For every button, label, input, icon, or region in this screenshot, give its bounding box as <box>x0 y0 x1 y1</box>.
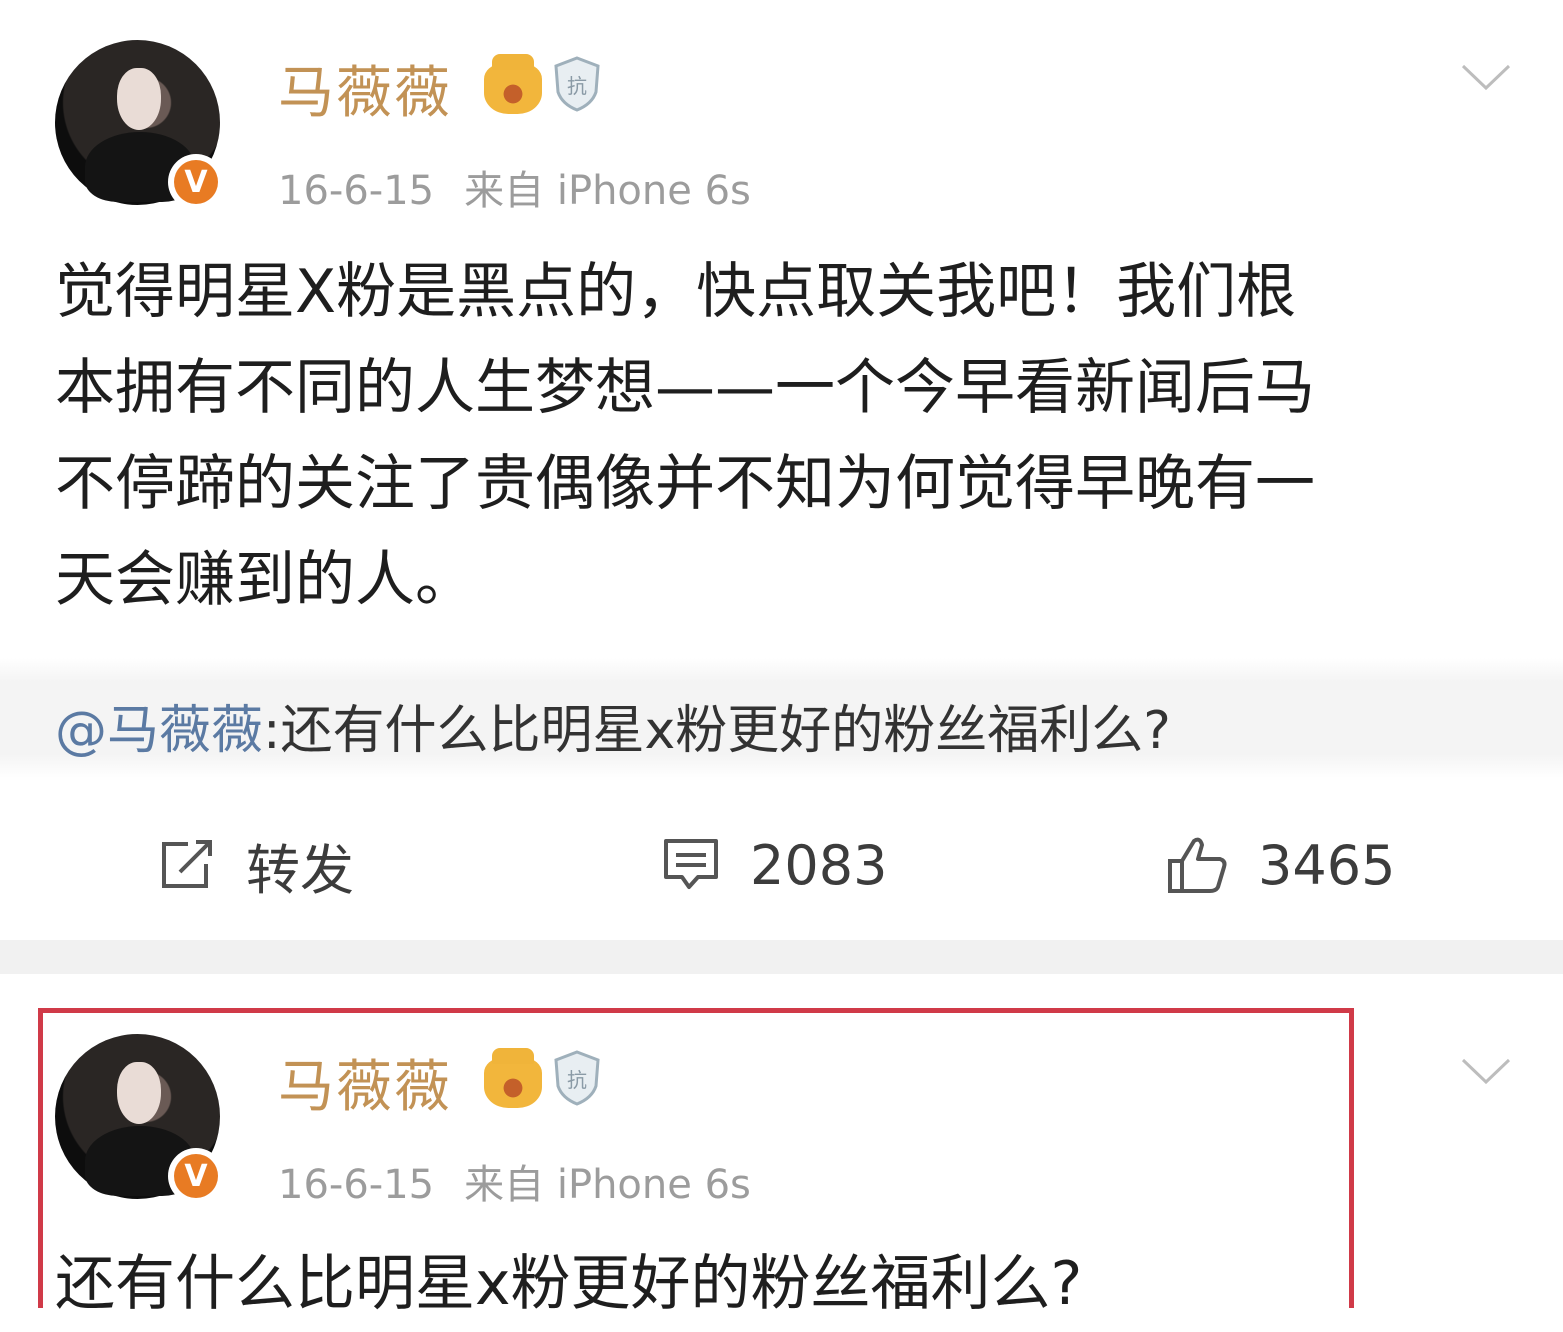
like-icon <box>1168 837 1227 893</box>
post-date: 16-6-15 <box>278 168 435 214</box>
post-divider <box>0 940 1563 974</box>
chevron-down-icon[interactable] <box>1460 62 1512 92</box>
shield-icon: 抗 <box>554 1050 600 1106</box>
comment-icon <box>664 839 718 889</box>
verified-icon: V <box>168 154 224 210</box>
post-source: 来自 iPhone 6s <box>464 1162 751 1208</box>
content-line: 觉得明星X粉是黑点的，快点取关我吧！我们根 <box>55 257 1297 327</box>
content-line: 天会赚到的人。 <box>55 545 475 615</box>
crown-icon <box>484 1048 542 1108</box>
like-count: 3465 <box>1258 833 1396 897</box>
repost-button[interactable]: 转发 <box>158 830 354 902</box>
like-button[interactable]: 3465 <box>1166 830 1395 900</box>
quoted-post[interactable]: @马薇薇:还有什么比明星x粉更好的粉丝福利么? <box>55 688 1171 763</box>
crown-icon <box>484 54 542 114</box>
post-meta: 16-6-15 来自 iPhone 6s <box>278 1152 781 1210</box>
repost-icon <box>162 840 212 888</box>
verified-icon: V <box>168 1148 224 1204</box>
comment-count: 2083 <box>750 833 888 897</box>
username[interactable]: 马薇薇 <box>278 48 452 129</box>
post-content: 觉得明星X粉是黑点的，快点取关我吧！我们根 本拥有不同的人生梦想——一个今早看新… <box>55 244 1495 628</box>
weibo-post: V 马薇薇 抗 16-6-15 来自 iPhone 6s 觉得明星X粉是黑点的，快… <box>0 0 1563 940</box>
chevron-down-icon[interactable] <box>1460 1056 1512 1086</box>
quoted-text: :还有什么比明星x粉更好的粉丝福利么? <box>263 701 1171 761</box>
content-line: 本拥有不同的人生梦想——一个今早看新闻后马 <box>55 353 1315 423</box>
svg-text:抗: 抗 <box>567 1068 587 1092</box>
post-meta: 16-6-15 来自 iPhone 6s <box>278 158 781 216</box>
repost-label: 转发 <box>246 838 354 902</box>
svg-text:抗: 抗 <box>567 74 587 98</box>
comment-button[interactable]: 2083 <box>662 830 887 900</box>
content-line: 不停蹄的关注了贵偶像并不知为何觉得早晚有一 <box>55 449 1315 519</box>
mention-link[interactable]: @马薇薇 <box>55 701 263 761</box>
username[interactable]: 马薇薇 <box>278 1042 452 1123</box>
post-content: 还有什么比明星x粉更好的粉丝福利么? <box>55 1249 1083 1319</box>
shield-icon: 抗 <box>554 56 600 112</box>
post-source: 来自 iPhone 6s <box>464 168 751 214</box>
post-date: 16-6-15 <box>278 1162 435 1208</box>
